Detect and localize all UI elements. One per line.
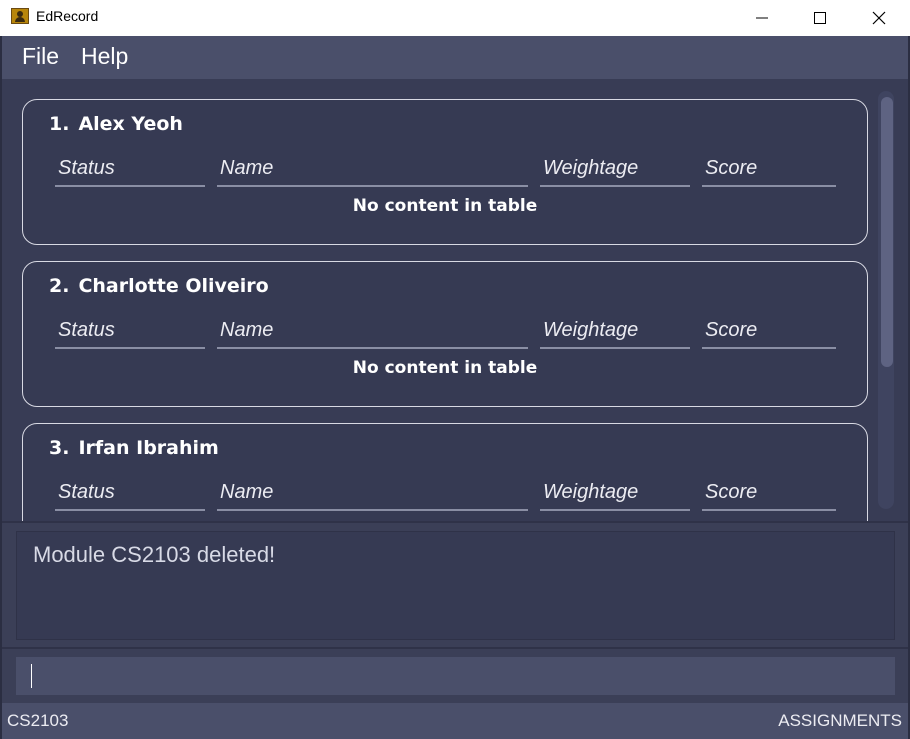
student-index: 2.: [49, 275, 70, 297]
minimize-button[interactable]: [733, 0, 791, 36]
panel-divider: [2, 521, 908, 523]
maximize-icon: [814, 12, 826, 24]
student-name: Charlotte Oliveiro: [78, 275, 269, 297]
student-index: 3.: [49, 437, 70, 459]
student-card[interactable]: 2. Charlotte Oliveiro Status Name Weighta…: [22, 261, 868, 407]
current-view: ASSIGNMENTS: [778, 711, 902, 730]
column-header-weightage[interactable]: Weightage: [540, 479, 690, 511]
result-message: Module CS2103 deleted!: [33, 542, 276, 567]
student-card[interactable]: 3. Irfan Ibrahim Status Name Weightage Sc…: [22, 423, 868, 521]
column-header-name[interactable]: Name: [217, 317, 528, 349]
empty-table-message: No content in table: [352, 196, 538, 216]
column-header-name[interactable]: Name: [217, 155, 528, 187]
panel-divider: [2, 647, 908, 649]
column-header-name[interactable]: Name: [217, 479, 528, 511]
student-name: Irfan Ibrahim: [78, 437, 219, 459]
column-header-weightage[interactable]: Weightage: [540, 155, 690, 187]
menu-bar: File Help: [2, 36, 908, 79]
column-header-status[interactable]: Status: [55, 479, 205, 511]
window-titlebar[interactable]: EdRecord: [0, 0, 910, 36]
student-card-title: 3. Irfan Ibrahim: [49, 437, 219, 459]
close-icon: [872, 11, 886, 25]
column-header-score[interactable]: Score: [702, 317, 836, 349]
result-display: Module CS2103 deleted!: [16, 531, 895, 640]
app-window: File Help 1. Alex Yeoh Status Name Weight…: [2, 36, 908, 739]
window-title: EdRecord: [36, 8, 99, 24]
maximize-button[interactable]: [791, 0, 849, 36]
student-name: Alex Yeoh: [78, 113, 183, 135]
column-header-score[interactable]: Score: [702, 479, 836, 511]
minimize-icon: [756, 17, 768, 19]
student-card[interactable]: 1. Alex Yeoh Status Name Weightage Score …: [22, 99, 868, 245]
command-box[interactable]: [16, 657, 895, 695]
column-header-status[interactable]: Status: [55, 317, 205, 349]
student-list-panel[interactable]: 1. Alex Yeoh Status Name Weightage Score …: [2, 79, 908, 521]
status-bar: CS2103 ASSIGNMENTS: [2, 703, 908, 739]
command-input[interactable]: [16, 657, 895, 695]
student-card-title: 1. Alex Yeoh: [49, 113, 183, 135]
column-header-weightage[interactable]: Weightage: [540, 317, 690, 349]
menu-help[interactable]: Help: [81, 43, 128, 70]
menu-file[interactable]: File: [22, 43, 59, 70]
close-button[interactable]: [850, 0, 908, 36]
edrecord-app-icon: [11, 8, 29, 24]
list-scrollbar-thumb[interactable]: [881, 97, 893, 367]
student-index: 1.: [49, 113, 70, 135]
empty-table-message: No content in table: [352, 358, 538, 378]
column-header-score[interactable]: Score: [702, 155, 836, 187]
column-header-status[interactable]: Status: [55, 155, 205, 187]
current-module: CS2103: [7, 711, 69, 730]
text-caret: [31, 664, 32, 688]
student-card-title: 2. Charlotte Oliveiro: [49, 275, 269, 297]
